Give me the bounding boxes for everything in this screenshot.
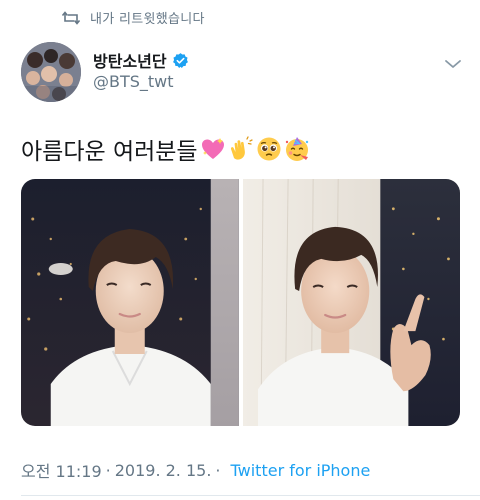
author-name-row[interactable]: 방탄소년단: [93, 48, 189, 72]
tweet-source-link[interactable]: Twitter for iPhone: [231, 461, 371, 480]
media-photo-2[interactable]: [242, 179, 460, 426]
media-photo-1[interactable]: [21, 179, 239, 426]
retweet-context: 내가 리트윗했습니다: [61, 7, 205, 27]
meta-separator: ·: [105, 460, 111, 480]
display-name[interactable]: 방탄소년단: [93, 48, 167, 72]
tweet-time[interactable]: 오전 11:19: [21, 458, 102, 482]
tweet-metadata: 오전 11:19 · 2019. 2. 15. · Twitter for iP…: [21, 458, 370, 482]
tweet-body: 아름다운 여러분들: [21, 139, 198, 165]
chevron-down-icon[interactable]: [444, 55, 462, 68]
pleading-face-icon: [256, 136, 282, 162]
partying-face-icon: [284, 136, 310, 162]
author-handle[interactable]: @BTS_twt: [93, 72, 174, 91]
retweet-icon: [61, 10, 81, 25]
avatar[interactable]: [21, 42, 81, 102]
clapping-hands-icon: [228, 136, 254, 162]
divider: [21, 495, 480, 496]
retweet-label: 내가 리트윗했습니다: [90, 11, 205, 27]
sparkling-heart-icon: [200, 136, 226, 162]
media-grid: [21, 179, 460, 426]
meta-separator-2: ·: [215, 460, 221, 480]
verified-badge-icon: [172, 52, 189, 69]
tweet-text: 아름다운 여러분들: [21, 132, 310, 166]
tweet-date[interactable]: 2019. 2. 15.: [115, 461, 212, 480]
